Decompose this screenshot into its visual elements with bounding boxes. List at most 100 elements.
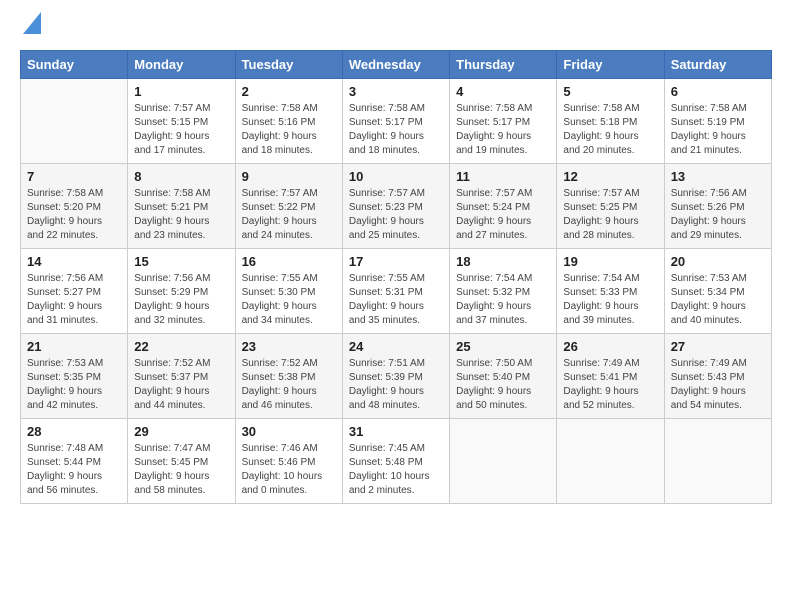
day-info: Sunrise: 7:53 AMSunset: 5:34 PMDaylight:… xyxy=(671,272,765,328)
day-info: Sunrise: 7:58 AMSunset: 5:17 PMDaylight:… xyxy=(349,102,443,158)
day-info: Sunrise: 7:58 AMSunset: 5:20 PMDaylight:… xyxy=(27,187,121,243)
day-info: Sunrise: 7:57 AMSunset: 5:23 PMDaylight:… xyxy=(349,187,443,243)
calendar-cell xyxy=(21,78,128,163)
day-number: 23 xyxy=(242,339,336,354)
day-number: 24 xyxy=(349,339,443,354)
day-info: Sunrise: 7:57 AMSunset: 5:22 PMDaylight:… xyxy=(242,187,336,243)
day-info: Sunrise: 7:55 AMSunset: 5:31 PMDaylight:… xyxy=(349,272,443,328)
day-number: 25 xyxy=(456,339,550,354)
day-number: 11 xyxy=(456,169,550,184)
day-info: Sunrise: 7:52 AMSunset: 5:37 PMDaylight:… xyxy=(134,357,228,413)
calendar-cell: 22 Sunrise: 7:52 AMSunset: 5:37 PMDayligh… xyxy=(128,333,235,418)
day-number: 29 xyxy=(134,424,228,439)
day-number: 1 xyxy=(134,84,228,99)
calendar-cell: 2 Sunrise: 7:58 AMSunset: 5:16 PMDaylight… xyxy=(235,78,342,163)
page-header xyxy=(20,20,772,40)
day-number: 16 xyxy=(242,254,336,269)
day-number: 6 xyxy=(671,84,765,99)
calendar-cell xyxy=(557,418,664,503)
day-number: 8 xyxy=(134,169,228,184)
day-number: 28 xyxy=(27,424,121,439)
calendar-cell: 20 Sunrise: 7:53 AMSunset: 5:34 PMDayligh… xyxy=(664,248,771,333)
calendar-week-row: 7 Sunrise: 7:58 AMSunset: 5:20 PMDaylight… xyxy=(21,163,772,248)
day-number: 20 xyxy=(671,254,765,269)
calendar-cell: 11Sunrise: 7:57 AMSunset: 5:24 PMDayligh… xyxy=(450,163,557,248)
day-info: Sunrise: 7:58 AMSunset: 5:19 PMDaylight:… xyxy=(671,102,765,158)
calendar-header-row: SundayMondayTuesdayWednesdayThursdayFrid… xyxy=(21,50,772,78)
day-number: 5 xyxy=(563,84,657,99)
day-info: Sunrise: 7:57 AMSunset: 5:15 PMDaylight:… xyxy=(134,102,228,158)
calendar-cell: 30 Sunrise: 7:46 AMSunset: 5:46 PMDayligh… xyxy=(235,418,342,503)
day-number: 19 xyxy=(563,254,657,269)
calendar-week-row: 1 Sunrise: 7:57 AMSunset: 5:15 PMDaylight… xyxy=(21,78,772,163)
day-number: 3 xyxy=(349,84,443,99)
day-number: 13 xyxy=(671,169,765,184)
calendar-cell: 1 Sunrise: 7:57 AMSunset: 5:15 PMDaylight… xyxy=(128,78,235,163)
calendar-cell: 6 Sunrise: 7:58 AMSunset: 5:19 PMDaylight… xyxy=(664,78,771,163)
day-info: Sunrise: 7:55 AMSunset: 5:30 PMDaylight:… xyxy=(242,272,336,328)
day-info: Sunrise: 7:45 AMSunset: 5:48 PMDaylight:… xyxy=(349,442,443,498)
calendar-cell: 26Sunrise: 7:49 AMSunset: 5:41 PMDayligh… xyxy=(557,333,664,418)
calendar-cell: 5 Sunrise: 7:58 AMSunset: 5:18 PMDaylight… xyxy=(557,78,664,163)
day-number: 17 xyxy=(349,254,443,269)
calendar-cell: 27 Sunrise: 7:49 AMSunset: 5:43 PMDayligh… xyxy=(664,333,771,418)
column-header-monday: Monday xyxy=(128,50,235,78)
day-info: Sunrise: 7:58 AMSunset: 5:21 PMDaylight:… xyxy=(134,187,228,243)
day-info: Sunrise: 7:57 AMSunset: 5:25 PMDaylight:… xyxy=(563,187,657,243)
logo-triangle-icon xyxy=(23,12,41,34)
calendar-cell: 25 Sunrise: 7:50 AMSunset: 5:40 PMDayligh… xyxy=(450,333,557,418)
calendar-cell: 4Sunrise: 7:58 AMSunset: 5:17 PMDaylight… xyxy=(450,78,557,163)
column-header-wednesday: Wednesday xyxy=(342,50,449,78)
calendar-cell: 28 Sunrise: 7:48 AMSunset: 5:44 PMDayligh… xyxy=(21,418,128,503)
calendar-cell: 15 Sunrise: 7:56 AMSunset: 5:29 PMDayligh… xyxy=(128,248,235,333)
calendar-cell: 14 Sunrise: 7:56 AMSunset: 5:27 PMDayligh… xyxy=(21,248,128,333)
calendar-cell: 3 Sunrise: 7:58 AMSunset: 5:17 PMDaylight… xyxy=(342,78,449,163)
column-header-thursday: Thursday xyxy=(450,50,557,78)
day-info: Sunrise: 7:46 AMSunset: 5:46 PMDaylight:… xyxy=(242,442,336,498)
calendar-cell: 8 Sunrise: 7:58 AMSunset: 5:21 PMDaylight… xyxy=(128,163,235,248)
day-info: Sunrise: 7:58 AMSunset: 5:16 PMDaylight:… xyxy=(242,102,336,158)
column-header-saturday: Saturday xyxy=(664,50,771,78)
day-number: 18 xyxy=(456,254,550,269)
calendar-cell: 9 Sunrise: 7:57 AMSunset: 5:22 PMDaylight… xyxy=(235,163,342,248)
logo xyxy=(20,20,41,40)
day-number: 30 xyxy=(242,424,336,439)
column-header-tuesday: Tuesday xyxy=(235,50,342,78)
day-info: Sunrise: 7:56 AMSunset: 5:26 PMDaylight:… xyxy=(671,187,765,243)
day-number: 7 xyxy=(27,169,121,184)
day-number: 22 xyxy=(134,339,228,354)
calendar-cell: 31 Sunrise: 7:45 AMSunset: 5:48 PMDayligh… xyxy=(342,418,449,503)
calendar-cell: 18Sunrise: 7:54 AMSunset: 5:32 PMDayligh… xyxy=(450,248,557,333)
calendar-cell: 16 Sunrise: 7:55 AMSunset: 5:30 PMDayligh… xyxy=(235,248,342,333)
calendar-week-row: 14 Sunrise: 7:56 AMSunset: 5:27 PMDayligh… xyxy=(21,248,772,333)
day-info: Sunrise: 7:53 AMSunset: 5:35 PMDaylight:… xyxy=(27,357,121,413)
calendar-cell: 7 Sunrise: 7:58 AMSunset: 5:20 PMDaylight… xyxy=(21,163,128,248)
day-info: Sunrise: 7:47 AMSunset: 5:45 PMDaylight:… xyxy=(134,442,228,498)
day-info: Sunrise: 7:56 AMSunset: 5:27 PMDaylight:… xyxy=(27,272,121,328)
day-number: 4 xyxy=(456,84,550,99)
calendar-week-row: 21Sunrise: 7:53 AMSunset: 5:35 PMDayligh… xyxy=(21,333,772,418)
day-info: Sunrise: 7:54 AMSunset: 5:33 PMDaylight:… xyxy=(563,272,657,328)
day-info: Sunrise: 7:56 AMSunset: 5:29 PMDaylight:… xyxy=(134,272,228,328)
calendar-cell: 29 Sunrise: 7:47 AMSunset: 5:45 PMDayligh… xyxy=(128,418,235,503)
day-number: 14 xyxy=(27,254,121,269)
day-number: 2 xyxy=(242,84,336,99)
calendar-cell: 13 Sunrise: 7:56 AMSunset: 5:26 PMDayligh… xyxy=(664,163,771,248)
day-info: Sunrise: 7:52 AMSunset: 5:38 PMDaylight:… xyxy=(242,357,336,413)
day-info: Sunrise: 7:50 AMSunset: 5:40 PMDaylight:… xyxy=(456,357,550,413)
calendar-cell: 21Sunrise: 7:53 AMSunset: 5:35 PMDayligh… xyxy=(21,333,128,418)
day-number: 15 xyxy=(134,254,228,269)
day-number: 27 xyxy=(671,339,765,354)
calendar-cell: 23 Sunrise: 7:52 AMSunset: 5:38 PMDayligh… xyxy=(235,333,342,418)
day-info: Sunrise: 7:58 AMSunset: 5:18 PMDaylight:… xyxy=(563,102,657,158)
calendar-cell: 10 Sunrise: 7:57 AMSunset: 5:23 PMDayligh… xyxy=(342,163,449,248)
day-info: Sunrise: 7:48 AMSunset: 5:44 PMDaylight:… xyxy=(27,442,121,498)
day-info: Sunrise: 7:49 AMSunset: 5:43 PMDaylight:… xyxy=(671,357,765,413)
day-number: 26 xyxy=(563,339,657,354)
calendar-cell: 24Sunrise: 7:51 AMSunset: 5:39 PMDayligh… xyxy=(342,333,449,418)
calendar-table: SundayMondayTuesdayWednesdayThursdayFrid… xyxy=(20,50,772,504)
day-number: 31 xyxy=(349,424,443,439)
calendar-cell: 19 Sunrise: 7:54 AMSunset: 5:33 PMDayligh… xyxy=(557,248,664,333)
day-number: 10 xyxy=(349,169,443,184)
day-number: 9 xyxy=(242,169,336,184)
